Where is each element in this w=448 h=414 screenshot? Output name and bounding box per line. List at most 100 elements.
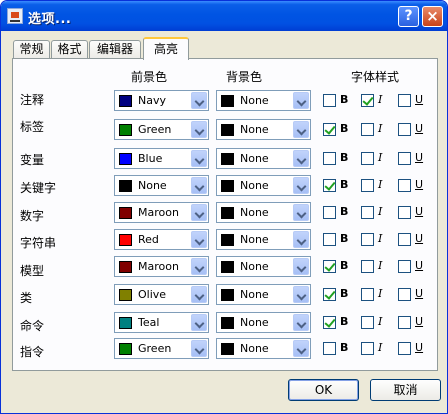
foreground-color-select[interactable]: Navy bbox=[114, 90, 209, 111]
bold-checkbox[interactable] bbox=[323, 342, 336, 355]
color-swatch bbox=[119, 317, 132, 329]
color-swatch bbox=[119, 95, 132, 107]
background-color-select[interactable]: None bbox=[216, 90, 311, 111]
underline-label: U bbox=[415, 232, 424, 245]
underline-checkbox[interactable] bbox=[398, 152, 411, 165]
close-button[interactable]: × bbox=[422, 6, 443, 27]
tab-general[interactable]: 常规 bbox=[13, 40, 50, 59]
italic-label: I bbox=[378, 93, 383, 106]
italic-checkbox[interactable] bbox=[361, 260, 374, 273]
italic-checkbox[interactable] bbox=[361, 316, 374, 329]
bold-checkbox[interactable] bbox=[323, 206, 336, 219]
selected-color: Green bbox=[138, 342, 172, 355]
chevron-down-icon[interactable] bbox=[191, 92, 207, 109]
chevron-down-icon[interactable] bbox=[293, 231, 309, 248]
chevron-down-icon[interactable] bbox=[293, 314, 309, 331]
help-button[interactable]: ? bbox=[398, 6, 419, 27]
color-swatch bbox=[221, 180, 234, 192]
underline-checkbox[interactable] bbox=[398, 260, 411, 273]
bold-checkbox[interactable] bbox=[323, 288, 336, 301]
italic-checkbox[interactable] bbox=[361, 123, 374, 136]
selected-color: None bbox=[240, 206, 269, 219]
tab-highlight[interactable]: 高亮 bbox=[143, 37, 189, 60]
chevron-down-icon[interactable] bbox=[293, 286, 309, 303]
bold-checkbox[interactable] bbox=[323, 233, 336, 246]
background-color-select[interactable]: None bbox=[216, 202, 311, 223]
foreground-color-select[interactable]: Teal bbox=[114, 312, 209, 333]
foreground-color-select[interactable]: Red bbox=[114, 229, 209, 250]
background-color-select[interactable]: None bbox=[216, 284, 311, 305]
foreground-color-select[interactable]: Green bbox=[114, 119, 209, 140]
bold-checkbox[interactable] bbox=[323, 152, 336, 165]
foreground-color-select[interactable]: Olive bbox=[114, 284, 209, 305]
underline-checkbox[interactable] bbox=[398, 316, 411, 329]
selected-color: None bbox=[240, 94, 269, 107]
foreground-color-select[interactable]: Maroon bbox=[114, 256, 209, 277]
underline-checkbox[interactable] bbox=[398, 206, 411, 219]
chevron-down-icon[interactable] bbox=[293, 204, 309, 221]
chevron-down-icon[interactable] bbox=[191, 121, 207, 138]
chevron-down-icon[interactable] bbox=[191, 204, 207, 221]
selected-color: None bbox=[240, 288, 269, 301]
chevron-down-icon[interactable] bbox=[293, 121, 309, 138]
bold-checkbox[interactable] bbox=[323, 316, 336, 329]
foreground-header: 前景色 bbox=[131, 70, 168, 84]
italic-checkbox[interactable] bbox=[361, 179, 374, 192]
background-color-select[interactable]: None bbox=[216, 229, 311, 250]
italic-label: I bbox=[378, 259, 383, 272]
background-color-select[interactable]: None bbox=[216, 148, 311, 169]
underline-checkbox[interactable] bbox=[398, 288, 411, 301]
background-color-select[interactable]: None bbox=[216, 119, 311, 140]
chevron-down-icon[interactable] bbox=[191, 177, 207, 194]
background-color-select[interactable]: None bbox=[216, 312, 311, 333]
foreground-color-select[interactable]: Maroon bbox=[114, 202, 209, 223]
selected-color: None bbox=[240, 152, 269, 165]
italic-checkbox[interactable] bbox=[361, 342, 374, 355]
bold-checkbox[interactable] bbox=[323, 123, 336, 136]
foreground-color-select[interactable]: Blue bbox=[114, 148, 209, 169]
italic-label: I bbox=[378, 205, 383, 218]
chevron-down-icon[interactable] bbox=[191, 340, 207, 357]
chevron-down-icon[interactable] bbox=[293, 150, 309, 167]
options-dialog: 选项... ? × 常规 格式 编辑器 高亮 前景色 背景色 字体样式 注释 Na… bbox=[0, 0, 448, 414]
italic-checkbox[interactable] bbox=[361, 206, 374, 219]
italic-checkbox[interactable] bbox=[361, 94, 374, 107]
italic-checkbox[interactable] bbox=[361, 152, 374, 165]
underline-label: U bbox=[415, 341, 424, 354]
title-bar[interactable]: 选项... ? × bbox=[1, 1, 447, 31]
chevron-down-icon[interactable] bbox=[191, 150, 207, 167]
chevron-down-icon[interactable] bbox=[293, 340, 309, 357]
chevron-down-icon[interactable] bbox=[293, 177, 309, 194]
foreground-color-select[interactable]: Green bbox=[114, 338, 209, 359]
bold-label: B bbox=[340, 315, 349, 328]
tab-editor[interactable]: 编辑器 bbox=[89, 40, 141, 59]
chevron-down-icon[interactable] bbox=[191, 286, 207, 303]
foreground-color-select[interactable]: None bbox=[114, 175, 209, 196]
chevron-down-icon[interactable] bbox=[191, 314, 207, 331]
cancel-button[interactable]: 取消 bbox=[370, 379, 441, 401]
underline-checkbox[interactable] bbox=[398, 342, 411, 355]
background-color-select[interactable]: None bbox=[216, 256, 311, 277]
chevron-down-icon[interactable] bbox=[293, 92, 309, 109]
color-swatch bbox=[119, 343, 132, 355]
underline-checkbox[interactable] bbox=[398, 179, 411, 192]
bold-checkbox[interactable] bbox=[323, 260, 336, 273]
underline-checkbox[interactable] bbox=[398, 233, 411, 246]
selected-color: None bbox=[240, 179, 269, 192]
italic-checkbox[interactable] bbox=[361, 233, 374, 246]
chevron-down-icon[interactable] bbox=[293, 258, 309, 275]
bold-checkbox[interactable] bbox=[323, 179, 336, 192]
underline-label: U bbox=[415, 205, 424, 218]
selected-color: Red bbox=[138, 233, 159, 246]
chevron-down-icon[interactable] bbox=[191, 258, 207, 275]
underline-checkbox[interactable] bbox=[398, 123, 411, 136]
chevron-down-icon[interactable] bbox=[191, 231, 207, 248]
italic-label: I bbox=[378, 341, 383, 354]
underline-checkbox[interactable] bbox=[398, 94, 411, 107]
italic-checkbox[interactable] bbox=[361, 288, 374, 301]
ok-button[interactable]: OK bbox=[288, 379, 359, 401]
bold-checkbox[interactable] bbox=[323, 94, 336, 107]
tab-format[interactable]: 格式 bbox=[51, 40, 88, 59]
background-color-select[interactable]: None bbox=[216, 338, 311, 359]
background-color-select[interactable]: None bbox=[216, 175, 311, 196]
